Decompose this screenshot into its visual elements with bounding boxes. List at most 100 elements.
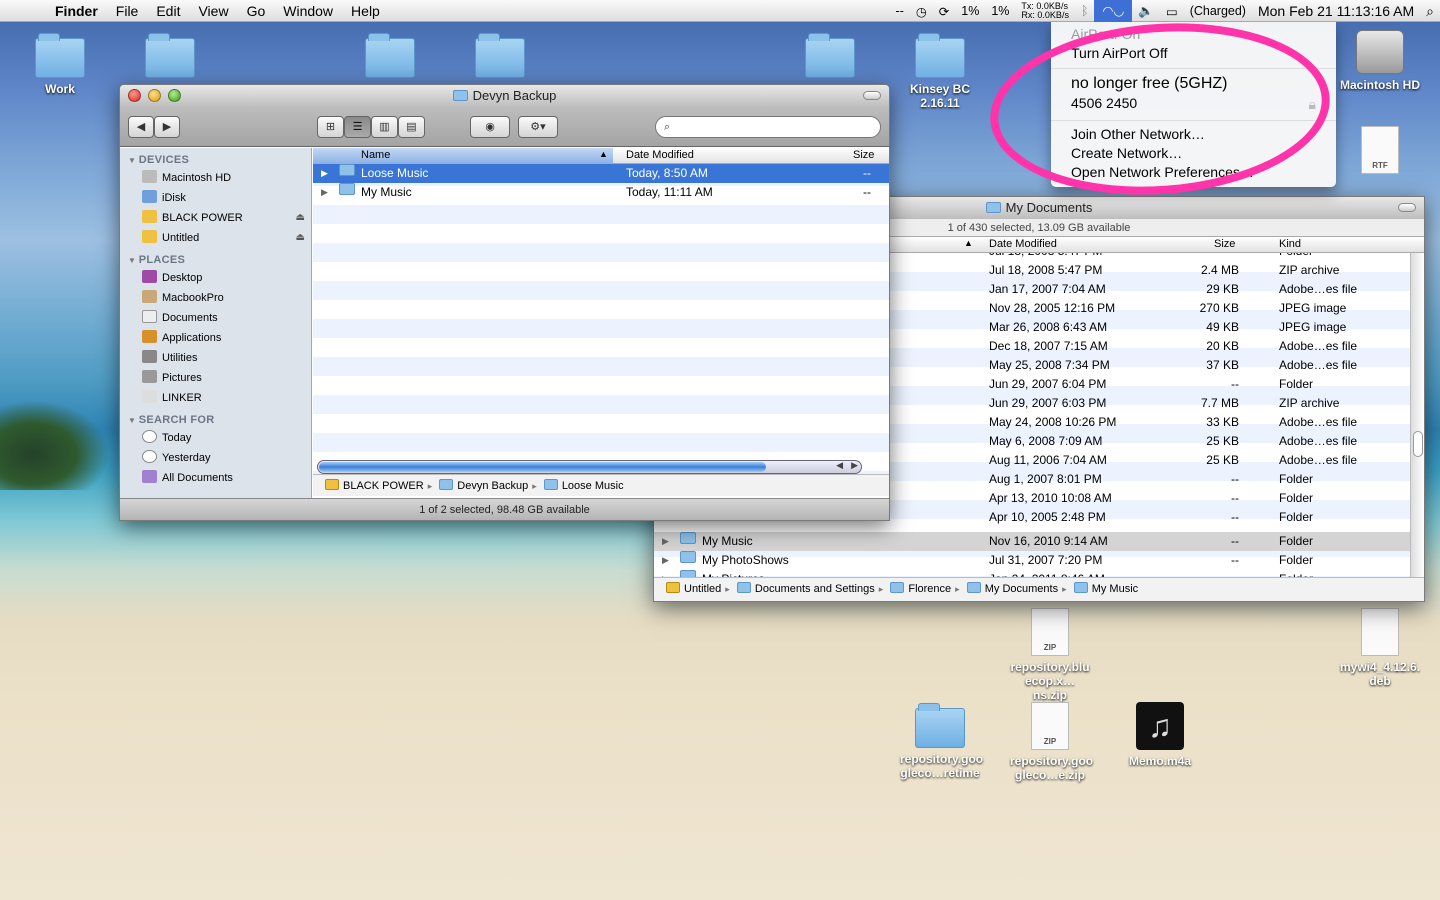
quick-look-button[interactable]: ◉ xyxy=(470,116,510,138)
network-meter[interactable]: Tx: 0.0KB/s Rx: 0.0KB/s xyxy=(1015,2,1075,20)
menu-file[interactable]: File xyxy=(107,3,148,19)
path-item[interactable]: Florence xyxy=(908,583,951,595)
table-row[interactable]: ▶ Loose Music Today, 8:50 AM -- xyxy=(313,164,889,183)
search-field[interactable]: ⌕ xyxy=(655,116,881,138)
menu-item-join-other-network[interactable]: Join Other Network… xyxy=(1071,126,1205,142)
disclosure-triangle-icon[interactable]: ▶ xyxy=(321,164,328,183)
forward-button[interactable]: ▶ xyxy=(154,116,180,138)
cpu-meter-2[interactable]: 1% xyxy=(985,4,1015,18)
bluetooth-icon[interactable]: ᛒ xyxy=(1075,4,1095,18)
battery-status[interactable]: (Charged) xyxy=(1184,4,1252,18)
sidebar-item-utilities[interactable]: Utilities xyxy=(120,348,311,368)
path-item[interactable]: Untitled xyxy=(684,583,721,595)
cover-flow-button[interactable]: ▤ xyxy=(398,116,425,138)
sidebar-item-macintosh-hd[interactable]: Macintosh HD xyxy=(120,168,311,188)
time-machine-icon[interactable]: ◷ xyxy=(910,4,933,19)
sidebar-item-applications[interactable]: Applications xyxy=(120,328,311,348)
horizontal-scrollbar[interactable]: ◀ ▶ xyxy=(317,460,862,474)
desktop-macintosh-hd[interactable]: Macintosh HD xyxy=(1340,30,1420,92)
menu-item-network[interactable]: no longer free (5GHZ) xyxy=(1071,75,1228,93)
sidebar-header-devices[interactable]: DEVICES xyxy=(120,148,311,168)
sidebar-item-yesterday[interactable]: Yesterday xyxy=(120,448,311,468)
column-size[interactable]: Size xyxy=(853,149,874,161)
close-button[interactable] xyxy=(128,89,141,102)
sidebar-item-linker[interactable]: LINKER xyxy=(120,388,311,408)
menu-item-turn-airport-off[interactable]: Turn AirPort Off xyxy=(1071,45,1167,61)
desktop-mywi-deb[interactable]: mywi4_4.12.6. deb xyxy=(1340,608,1420,688)
sidebar-item-documents[interactable]: Documents xyxy=(120,308,311,328)
menu-extra-dashes[interactable]: -- xyxy=(890,4,910,18)
battery-icon[interactable]: ▭ xyxy=(1160,4,1184,19)
column-kind[interactable]: Kind xyxy=(1279,238,1301,250)
table-row[interactable]: ▶ My Music Today, 11:11 AM -- xyxy=(313,183,889,202)
scrollbar-thumb[interactable] xyxy=(1413,431,1423,457)
zoom-button[interactable] xyxy=(168,89,181,102)
desktop-folder[interactable] xyxy=(350,33,430,82)
disclosure-triangle-icon[interactable]: ▶ xyxy=(662,551,669,570)
action-menu-button[interactable]: ⚙▾ xyxy=(518,116,558,138)
minimize-button[interactable] xyxy=(148,89,161,102)
sidebar-item-desktop[interactable]: Desktop xyxy=(120,268,311,288)
list-view-button[interactable]: ☰ xyxy=(344,116,371,138)
desktop-folder-work[interactable]: Work xyxy=(20,33,100,96)
disclosure-triangle-icon[interactable]: ▶ xyxy=(321,183,328,202)
menu-finder[interactable]: Finder xyxy=(46,3,107,19)
desktop-folder[interactable] xyxy=(130,33,210,82)
desktop-repo-goo-folder[interactable]: repository.goo gleco…retime xyxy=(900,703,983,780)
menu-edit[interactable]: Edit xyxy=(147,3,189,19)
sidebar-item-today[interactable]: Today xyxy=(120,428,311,448)
sync-icon[interactable]: ⟳ xyxy=(933,4,955,19)
desktop-rtf-file[interactable]: RTF xyxy=(1340,126,1420,178)
disclosure-triangle-icon[interactable]: ▶ xyxy=(662,532,669,551)
table-row[interactable]: ▶ My Music Nov 16, 2010 9:14 AM -- Folder xyxy=(654,532,1424,551)
sidebar-item-black-power[interactable]: BLACK POWER ⏏ xyxy=(120,208,311,228)
column-date-modified[interactable]: Date Modified xyxy=(989,238,1057,250)
clock[interactable]: Mon Feb 21 11:13:16 AM xyxy=(1252,3,1420,19)
scrollbar-thumb[interactable] xyxy=(319,462,766,472)
sidebar-item-idisk[interactable]: iDisk xyxy=(120,188,311,208)
sidebar-item-pictures[interactable]: Pictures xyxy=(120,368,311,388)
desktop-folder[interactable] xyxy=(460,33,540,82)
menu-go[interactable]: Go xyxy=(238,3,275,19)
vertical-scrollbar[interactable] xyxy=(1410,253,1424,585)
menu-help[interactable]: Help xyxy=(342,3,389,19)
table-row[interactable]: ▶ My PhotoShows Jul 31, 2007 7:20 PM -- Fold… xyxy=(654,551,1424,570)
airport-wifi-icon[interactable]: ◠◡ xyxy=(1094,0,1133,22)
finder-window-devyn-backup[interactable]: Devyn Backup ◀ ▶ ⊞ ☰ ▥ ▤ ◉ ⚙▾ ⌕ DEVICES … xyxy=(119,84,890,521)
back-button[interactable]: ◀ xyxy=(128,116,154,138)
scroll-left-arrow-icon[interactable]: ◀ xyxy=(836,460,843,471)
spotlight-search-icon[interactable]: ⌕ xyxy=(1420,3,1440,20)
column-date-modified[interactable]: Date Modified xyxy=(626,149,694,161)
column-size[interactable]: Size xyxy=(1214,238,1235,250)
desktop-memo-m4a[interactable]: ♫ Memo.m4a xyxy=(1120,702,1200,768)
toolbar-toggle-button[interactable] xyxy=(863,91,881,100)
column-name[interactable]: Name ▲ xyxy=(313,148,613,163)
menu-view[interactable]: View xyxy=(189,3,237,19)
volume-icon[interactable]: 🔈 xyxy=(1132,4,1160,19)
desktop-folder-kinsey[interactable]: Kinsey BC 2.16.11 xyxy=(900,33,980,110)
toolbar-toggle-button[interactable] xyxy=(1398,203,1416,212)
path-item[interactable]: Loose Music xyxy=(562,480,624,492)
menu-item-create-network[interactable]: Create Network… xyxy=(1071,145,1182,161)
sidebar-item-all-documents[interactable]: All Documents xyxy=(120,468,311,488)
menu-window[interactable]: Window xyxy=(274,3,342,19)
path-item[interactable]: My Documents xyxy=(985,583,1058,595)
menu-item-open-network-preferences[interactable]: Open Network Preferences… xyxy=(1071,164,1254,180)
column-view-button[interactable]: ▥ xyxy=(371,116,398,138)
sidebar-item-untitled[interactable]: Untitled ⏏ xyxy=(120,228,311,248)
sidebar-header-search-for[interactable]: SEARCH FOR xyxy=(120,408,311,428)
eject-icon[interactable]: ⏏ xyxy=(296,228,305,248)
sidebar-header-places[interactable]: PLACES xyxy=(120,248,311,268)
path-item[interactable]: Devyn Backup xyxy=(457,480,528,492)
path-item[interactable]: My Music xyxy=(1092,583,1138,595)
scroll-right-arrow-icon[interactable]: ▶ xyxy=(851,460,858,471)
cpu-meter-1[interactable]: 1% xyxy=(955,4,985,18)
eject-icon[interactable]: ⏏ xyxy=(296,208,305,228)
desktop-folder[interactable] xyxy=(790,33,870,82)
window-titlebar[interactable]: Devyn Backup xyxy=(120,85,889,107)
desktop-repo-blu-zip[interactable]: ZIP repository.blu ecop.x…ns.zip xyxy=(1010,608,1090,702)
desktop-repo-goo-zip[interactable]: ZIP repository.goo gleco…e.zip xyxy=(1010,702,1093,782)
icon-view-button[interactable]: ⊞ xyxy=(317,116,344,138)
sidebar-item-macbookpro[interactable]: MacbookPro xyxy=(120,288,311,308)
path-item[interactable]: BLACK POWER xyxy=(343,480,424,492)
